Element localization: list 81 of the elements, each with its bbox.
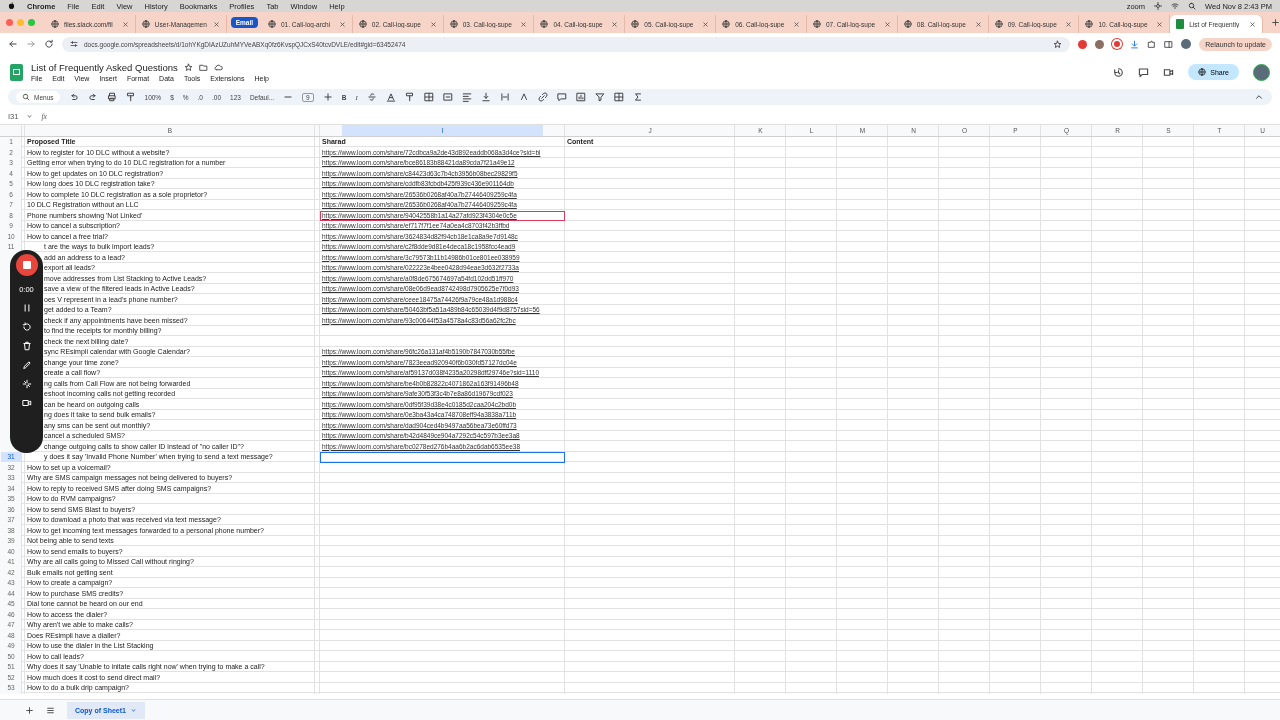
close-icon[interactable] bbox=[611, 20, 619, 28]
sidebar-icon[interactable] bbox=[1164, 39, 1174, 49]
filter-icon[interactable] bbox=[594, 92, 605, 102]
close-icon[interactable] bbox=[1156, 20, 1164, 28]
globe-icon bbox=[358, 20, 367, 28]
download-icon[interactable] bbox=[1130, 39, 1140, 49]
selected-cell[interactable] bbox=[320, 452, 565, 463]
globe-icon bbox=[631, 20, 640, 28]
cloud-icon[interactable] bbox=[213, 63, 223, 72]
avatar[interactable] bbox=[1181, 39, 1192, 49]
restart-icon[interactable] bbox=[21, 322, 32, 332]
extension-icon[interactable] bbox=[1112, 39, 1123, 49]
sheet-list-icon[interactable] bbox=[46, 705, 55, 715]
close-icon[interactable] bbox=[974, 20, 982, 28]
text-color-icon[interactable] bbox=[385, 92, 396, 102]
close-icon[interactable] bbox=[702, 20, 710, 28]
print-icon[interactable] bbox=[106, 92, 117, 102]
document-title[interactable]: List of Frequently Asked Questions bbox=[31, 62, 178, 73]
comment-icon[interactable] bbox=[1138, 66, 1150, 78]
wrap-icon[interactable] bbox=[499, 92, 510, 102]
apple-icon[interactable] bbox=[8, 2, 15, 10]
chart-icon[interactable] bbox=[575, 92, 586, 102]
link-icon[interactable] bbox=[537, 92, 548, 102]
new-tab-icon[interactable] bbox=[1270, 18, 1280, 27]
sheets-icon bbox=[1176, 19, 1185, 29]
close-icon[interactable] bbox=[212, 20, 220, 28]
align-icon[interactable] bbox=[461, 92, 472, 102]
folder-icon[interactable] bbox=[198, 63, 208, 72]
sum-icon[interactable] bbox=[632, 92, 643, 102]
globe-icon bbox=[903, 20, 912, 28]
globe-icon bbox=[722, 20, 731, 28]
close-icon[interactable] bbox=[121, 20, 129, 28]
valign-icon[interactable] bbox=[480, 92, 491, 102]
reload-icon[interactable] bbox=[44, 39, 54, 49]
wifi-icon[interactable] bbox=[1171, 2, 1179, 10]
back-icon[interactable] bbox=[8, 39, 18, 49]
globe-icon bbox=[268, 20, 276, 28]
globe-icon bbox=[812, 20, 821, 28]
merge-icon[interactable] bbox=[442, 92, 453, 102]
star-icon[interactable] bbox=[1053, 39, 1063, 49]
close-icon[interactable] bbox=[520, 20, 528, 28]
rotate-icon[interactable] bbox=[518, 92, 529, 102]
video-icon[interactable] bbox=[1163, 66, 1175, 78]
caret-icon bbox=[129, 706, 137, 714]
collapse-icon[interactable] bbox=[1254, 92, 1264, 102]
close-icon[interactable] bbox=[792, 20, 800, 28]
fill-color-icon[interactable] bbox=[404, 92, 415, 102]
globe-icon bbox=[1198, 68, 1207, 76]
globe-icon bbox=[141, 20, 150, 28]
globe-icon bbox=[540, 20, 549, 28]
star-icon[interactable] bbox=[183, 63, 193, 72]
borders-icon[interactable] bbox=[423, 92, 434, 102]
close-icon[interactable] bbox=[1065, 20, 1073, 28]
globe-icon bbox=[1085, 20, 1094, 28]
close-icon[interactable] bbox=[338, 20, 346, 28]
redo-icon[interactable] bbox=[87, 92, 98, 102]
globe-icon bbox=[51, 20, 59, 28]
tune-icon[interactable] bbox=[70, 40, 78, 48]
pause-icon[interactable] bbox=[21, 303, 32, 313]
table-icon[interactable] bbox=[613, 92, 624, 102]
puzzle-icon[interactable] bbox=[1147, 39, 1157, 49]
paint-format-icon[interactable] bbox=[125, 92, 136, 102]
camera-icon[interactable] bbox=[21, 398, 32, 408]
sheets-logo[interactable] bbox=[10, 63, 23, 81]
comment-icon[interactable] bbox=[556, 92, 567, 102]
close-icon[interactable] bbox=[1248, 20, 1256, 28]
globe-icon bbox=[449, 20, 458, 28]
sparkle-icon[interactable] bbox=[21, 379, 32, 389]
search-icon bbox=[22, 93, 30, 101]
close-icon[interactable] bbox=[883, 20, 891, 28]
pen-icon[interactable] bbox=[21, 360, 32, 370]
search-icon[interactable] bbox=[1188, 2, 1196, 10]
history-icon[interactable] bbox=[1113, 66, 1125, 78]
avatar[interactable] bbox=[1253, 63, 1270, 81]
strikethrough-icon[interactable] bbox=[366, 92, 377, 102]
plus-icon[interactable] bbox=[322, 92, 333, 102]
stop-recording-button[interactable] bbox=[15, 254, 38, 276]
add-sheet-icon[interactable] bbox=[25, 705, 34, 715]
globe-icon bbox=[994, 20, 1003, 28]
trash-icon[interactable] bbox=[21, 341, 32, 351]
close-icon[interactable] bbox=[429, 20, 437, 28]
